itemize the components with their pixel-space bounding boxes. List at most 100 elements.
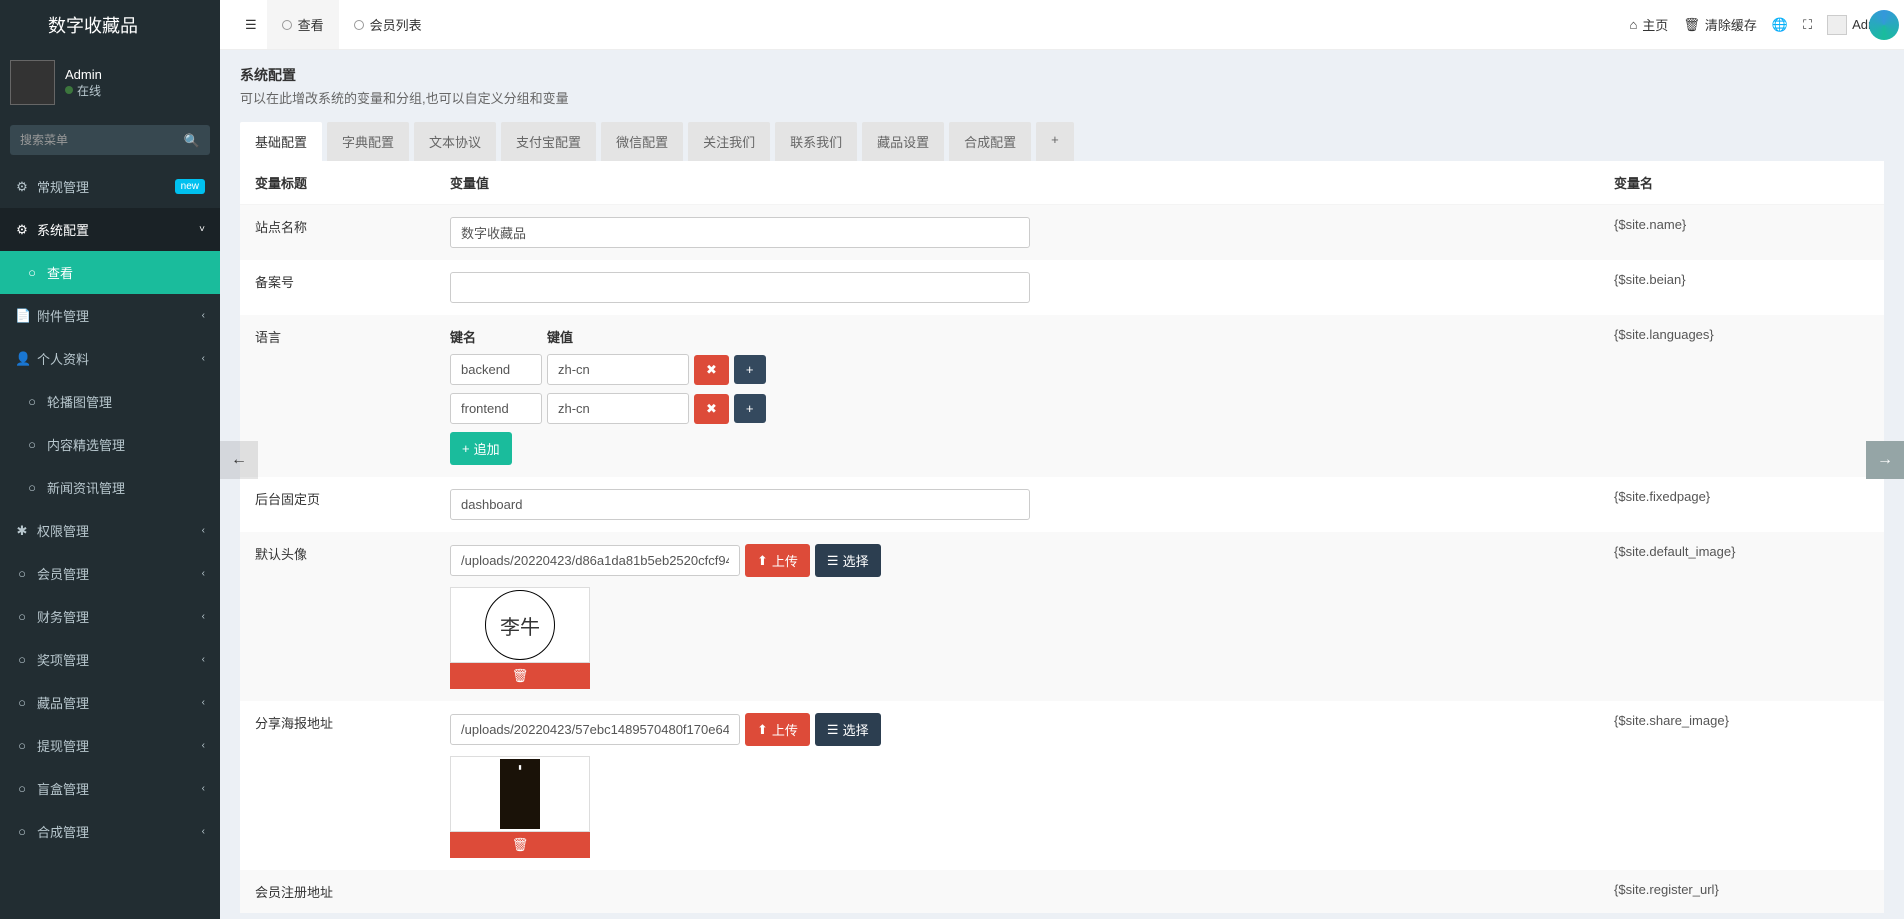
menu-label: 个人资料 — [37, 349, 89, 368]
menu-label: 附件管理 — [37, 306, 89, 325]
sidebar-item-4[interactable]: 👤 个人资料 ‹ — [0, 337, 220, 380]
next-arrow[interactable]: → — [1866, 441, 1904, 479]
append-button[interactable]: +追加 — [450, 432, 512, 465]
sidebar-item-15[interactable]: ○合成管理‹ — [0, 810, 220, 853]
delete-image-button[interactable]: 🗑 — [450, 663, 590, 689]
menu-label: 藏品管理 — [37, 693, 89, 712]
kv-val-input[interactable] — [547, 354, 689, 385]
sidebar-menu: ⚙常规管理new⚙系统配置˅○查看📄附件管理‹👤个人资料‹○轮播图管理○内容精选… — [0, 165, 220, 853]
delete-image-button[interactable]: 🗑 — [450, 832, 590, 858]
chevron-icon: ‹ — [202, 353, 205, 364]
menu-icon: ○ — [15, 609, 29, 624]
menu-icon: ⚙ — [15, 179, 29, 195]
config-tab-5[interactable]: 关注我们 — [688, 122, 770, 161]
menu-icon: ○ — [15, 695, 29, 710]
sidebar-item-7[interactable]: ○新闻资讯管理 — [0, 466, 220, 509]
fixedpage-input[interactable] — [450, 489, 1030, 520]
config-tab-3[interactable]: 支付宝配置 — [501, 122, 596, 161]
row-fixedpage-var: {$site.fixedpage} — [1604, 477, 1884, 532]
user-avatar[interactable] — [10, 60, 55, 105]
sidebar-item-3[interactable]: 📄附件管理‹ — [0, 294, 220, 337]
select-button[interactable]: ☰选择 — [815, 544, 881, 577]
sidebar-item-13[interactable]: ○提现管理‹ — [0, 724, 220, 767]
chevron-icon: ‹ — [202, 525, 205, 536]
row-fixedpage-label: 后台固定页 — [240, 477, 440, 532]
config-tab-2[interactable]: 文本协议 — [414, 122, 496, 161]
sidebar-item-1[interactable]: ⚙系统配置˅ — [0, 208, 220, 251]
user-name: Admin — [65, 67, 102, 82]
fullscreen-icon[interactable]: ⛶ — [1803, 17, 1812, 33]
topbar: ☰ 查看会员列表 ⌂主页 🗑清除缓存 🌐 ⛶ Admin — [220, 0, 1904, 50]
chevron-icon: ‹ — [202, 310, 205, 321]
menu-icon: ⚙ — [15, 222, 29, 238]
menu-label: 查看 — [47, 263, 73, 282]
config-tab-7[interactable]: 藏品设置 — [862, 122, 944, 161]
default-image-input[interactable] — [450, 545, 740, 576]
top-tab-0[interactable]: 查看 — [267, 0, 339, 49]
user-status: 在线 — [65, 82, 102, 99]
chevron-icon: ‹ — [202, 826, 205, 837]
list-icon: ☰ — [827, 553, 839, 569]
trash-icon: 🗑 — [1683, 17, 1700, 33]
kv-add-button[interactable]: + — [734, 394, 766, 423]
beian-input[interactable] — [450, 272, 1030, 303]
sidebar: 数字收藏品 Admin 在线 🔍 ⚙常规管理new⚙系统配置˅○查看📄附件管理‹… — [0, 0, 220, 919]
site-name-input[interactable] — [450, 217, 1030, 248]
sidebar-item-14[interactable]: ○盲盒管理‹ — [0, 767, 220, 810]
default-image-thumb[interactable]: 李牛 — [450, 587, 590, 663]
search-icon[interactable]: 🔍 — [184, 133, 200, 149]
menu-icon: 👤 — [15, 351, 29, 367]
menu-icon: ✱ — [15, 523, 29, 539]
chevron-icon: ˅ — [199, 224, 205, 235]
close-icon: ✖ — [706, 401, 717, 417]
kv-key-input[interactable] — [450, 393, 542, 424]
debug-icon[interactable] — [1869, 10, 1899, 40]
menu-search-input[interactable] — [10, 125, 210, 155]
kv-remove-button[interactable]: ✖ — [694, 394, 729, 424]
config-tab-0[interactable]: 基础配置 — [240, 122, 322, 161]
share-image-input[interactable] — [450, 714, 740, 745]
list-icon: ☰ — [827, 722, 839, 738]
page-title: 系统配置 — [240, 65, 1884, 85]
menu-label: 内容精选管理 — [47, 435, 125, 454]
upload-button[interactable]: ⬆上传 — [745, 713, 810, 746]
add-tab-button[interactable]: + — [1036, 122, 1074, 161]
prev-arrow[interactable]: ← — [220, 441, 258, 479]
sidebar-item-5[interactable]: ○轮播图管理 — [0, 380, 220, 423]
menu-icon: ○ — [25, 437, 39, 452]
sidebar-item-11[interactable]: ○奖项管理‹ — [0, 638, 220, 681]
top-tab-1[interactable]: 会员列表 — [339, 0, 437, 49]
content-area: 系统配置 可以在此增改系统的变量和分组,也可以自定义分组和变量 基础配置字典配置… — [220, 50, 1904, 919]
hamburger-icon[interactable]: ☰ — [235, 17, 267, 33]
sidebar-item-12[interactable]: ○藏品管理‹ — [0, 681, 220, 724]
trash-icon: 🗑 — [512, 668, 529, 683]
sidebar-item-6[interactable]: ○ 内容精选管理 — [0, 423, 220, 466]
page-desc: 可以在此增改系统的变量和分组,也可以自定义分组和变量 — [240, 88, 1884, 107]
clear-cache-link[interactable]: 🗑清除缓存 — [1683, 15, 1757, 34]
menu-label: 会员管理 — [37, 564, 89, 583]
row-register-url-label: 会员注册地址 — [240, 870, 440, 913]
kv-key-input[interactable] — [450, 354, 542, 385]
config-tab-1[interactable]: 字典配置 — [327, 122, 409, 161]
share-image-thumb[interactable]: ▮ — [450, 756, 590, 832]
sidebar-item-0[interactable]: ⚙常规管理new — [0, 165, 220, 208]
select-button[interactable]: ☰选择 — [815, 713, 881, 746]
sidebar-item-10[interactable]: ○财务管理‹ — [0, 595, 220, 638]
row-beian-label: 备案号 — [240, 260, 440, 315]
home-link[interactable]: ⌂主页 — [1629, 15, 1668, 34]
avatar-icon — [1827, 15, 1847, 35]
config-tab-8[interactable]: 合成配置 — [949, 122, 1031, 161]
kv-remove-button[interactable]: ✖ — [694, 355, 729, 385]
config-tab-6[interactable]: 联系我们 — [775, 122, 857, 161]
sidebar-item-9[interactable]: ○会员管理‹ — [0, 552, 220, 595]
kv-val-input[interactable] — [547, 393, 689, 424]
sidebar-item-8[interactable]: ✱权限管理‹ — [0, 509, 220, 552]
app-logo[interactable]: 数字收藏品 — [0, 0, 220, 50]
config-tab-4[interactable]: 微信配置 — [601, 122, 683, 161]
sidebar-item-2[interactable]: ○查看 — [0, 251, 220, 294]
kv-add-button[interactable]: + — [734, 355, 766, 384]
menu-label: 财务管理 — [37, 607, 89, 626]
circle-icon — [354, 20, 364, 30]
upload-button[interactable]: ⬆上传 — [745, 544, 810, 577]
language-icon[interactable]: 🌐 — [1772, 17, 1788, 33]
